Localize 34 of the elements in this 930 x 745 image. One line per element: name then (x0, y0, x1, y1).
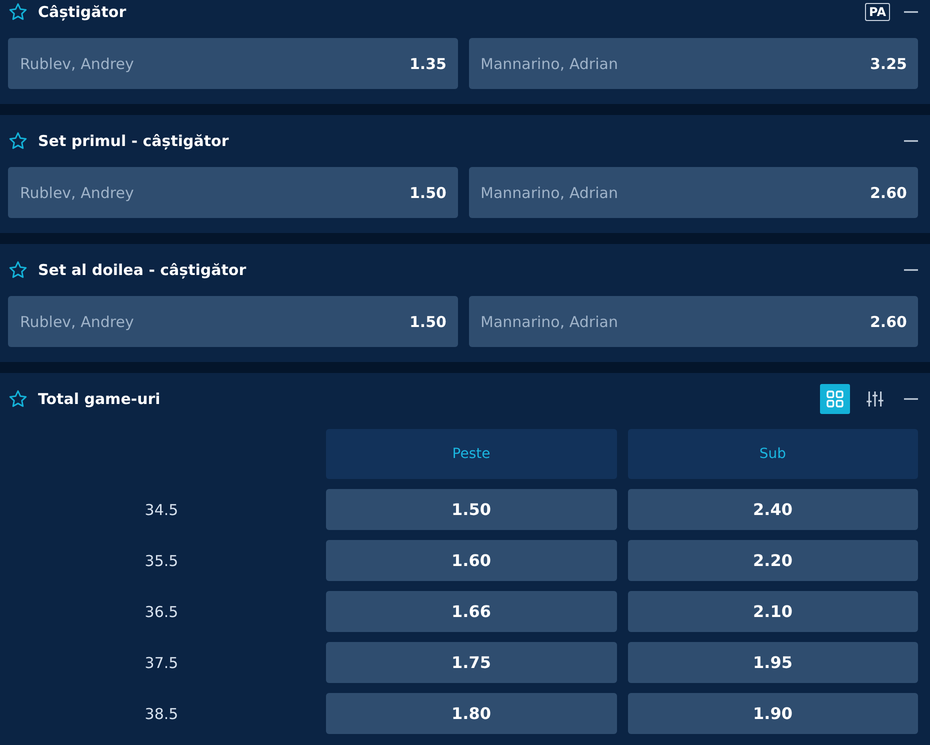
market-title: Set al doilea - câștigător (38, 261, 248, 279)
star-icon[interactable] (8, 131, 28, 151)
line-value: 37.5 (144, 652, 180, 674)
odds-button[interactable]: Mannarino, Adrian 2.60 (468, 167, 918, 218)
odds-button[interactable]: Rublev, Andrey 1.50 (8, 167, 458, 218)
star-icon[interactable] (8, 260, 28, 280)
line-value: 36.5 (144, 602, 180, 622)
market-title: Câștigător (38, 3, 128, 21)
market-title: Total game-uri (38, 390, 162, 408)
odds-button[interactable]: 1.75 (326, 642, 616, 683)
line-value: 35.5 (144, 550, 180, 572)
odds-button[interactable]: 2.10 (628, 591, 918, 632)
odds-button[interactable]: 2.40 (628, 489, 918, 530)
odds-button[interactable]: 1.66 (326, 591, 616, 632)
odds-button[interactable]: Mannarino, Adrian 2.60 (468, 296, 918, 347)
market-title: Set primul - câștigător (38, 132, 230, 150)
star-icon[interactable] (8, 389, 28, 409)
odds-button[interactable]: 2.20 (628, 540, 918, 581)
sliders-icon (865, 389, 885, 409)
odds-button[interactable]: Rublev, Andrey 1.50 (8, 296, 458, 347)
line-value: 34.5 (144, 500, 180, 520)
column-header: Sub (628, 429, 918, 479)
star-icon[interactable] (8, 2, 28, 22)
market-badge: PA (865, 3, 890, 21)
odds-button[interactable]: 1.90 (628, 693, 918, 734)
column-header: Peste (326, 429, 616, 479)
odds-button[interactable]: Mannarino, Adrian 3.25 (468, 38, 918, 89)
odds-button[interactable]: 1.50 (326, 489, 616, 530)
odds-button[interactable]: 1.95 (628, 642, 918, 683)
grid-icon (825, 389, 845, 409)
odds-button[interactable]: 1.60 (326, 540, 616, 581)
odds-button[interactable]: 1.80 (326, 693, 616, 734)
odds-button[interactable]: Rublev, Andrey 1.35 (8, 38, 458, 89)
line-value: 38.5 (144, 704, 180, 724)
